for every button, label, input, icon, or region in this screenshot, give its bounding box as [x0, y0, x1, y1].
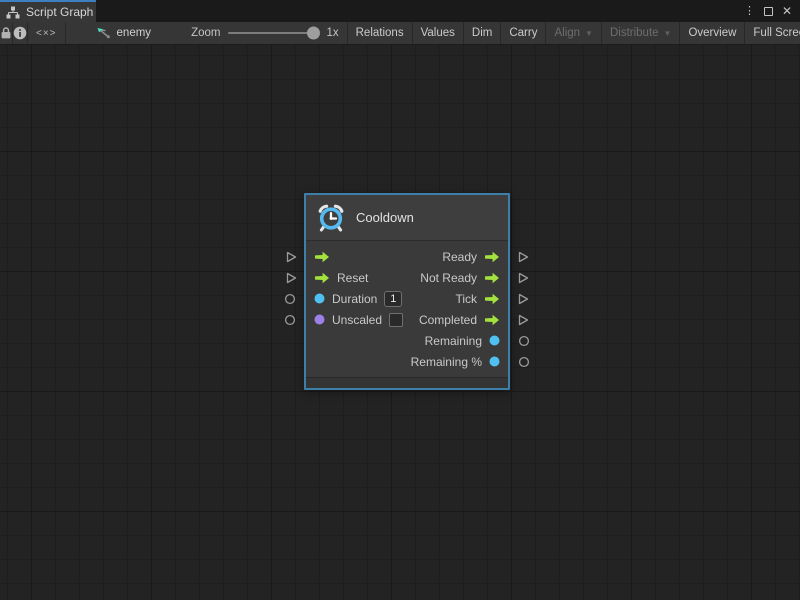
graph-asset-icon — [96, 26, 111, 40]
flow-port-icon[interactable] — [484, 272, 500, 284]
port-label: Ready — [442, 250, 477, 264]
port-label: Remaining — [425, 334, 482, 348]
flow-input-connector-icon[interactable] — [284, 271, 298, 285]
code-preview-button[interactable]: <×> — [28, 22, 66, 44]
chevron-down-icon: ▼ — [585, 29, 593, 38]
node-title: Cooldown — [356, 210, 414, 225]
title-bar: Script Graph ⋮ ✕ — [0, 0, 800, 22]
node-footer — [306, 377, 508, 388]
port-label: Tick — [455, 292, 477, 306]
zoom-slider[interactable] — [228, 32, 318, 34]
info-button[interactable] — [13, 22, 28, 44]
tab-title: Script Graph — [26, 5, 93, 19]
distribute-label: Distribute — [610, 27, 659, 39]
port-label: Remaining % — [411, 355, 482, 369]
close-icon[interactable]: ✕ — [782, 5, 792, 17]
flow-output-connector-icon[interactable] — [516, 250, 530, 264]
value-input-connector-icon[interactable] — [284, 314, 296, 326]
hierarchy-graph-icon — [6, 6, 20, 19]
flow-output-connector-icon[interactable] — [516, 313, 530, 327]
flow-port-icon[interactable] — [484, 314, 500, 326]
lock-button[interactable] — [0, 22, 13, 44]
window-menu-icon[interactable]: ⋮ — [744, 6, 755, 17]
tab-script-graph[interactable]: Script Graph — [0, 0, 96, 22]
fullscreen-button[interactable]: Full Screen — [745, 22, 800, 44]
value-port-icon[interactable] — [489, 356, 500, 367]
values-button[interactable]: Values — [413, 22, 464, 44]
maximize-icon[interactable] — [764, 7, 773, 16]
value-input-connector-icon[interactable] — [284, 293, 296, 305]
flow-port-icon[interactable] — [484, 251, 500, 263]
flow-output-connector-icon[interactable] — [516, 271, 530, 285]
node-port-row: Duration 1 Tick — [306, 288, 508, 309]
dim-button[interactable]: Dim — [464, 22, 501, 44]
cooldown-node[interactable]: Cooldown Ready Reset Not Ready Duration 1 Tic… — [304, 193, 510, 390]
flow-output-connector-icon[interactable] — [516, 292, 530, 306]
code-icon: <×> — [36, 28, 57, 39]
alarm-clock-icon — [316, 203, 346, 233]
lock-icon — [0, 26, 12, 40]
node-port-rows: Ready Reset Not Ready Duration 1 Tick Unscaled… — [306, 241, 508, 377]
value-port-icon[interactable] — [314, 293, 325, 304]
distribute-dropdown[interactable]: Distribute ▼ — [602, 22, 681, 44]
graph-canvas[interactable]: Cooldown Ready Reset Not Ready Duration 1 Tic… — [0, 45, 800, 600]
script-graph-window: Script Graph ⋮ ✕ — [0, 0, 800, 600]
value-port-icon[interactable] — [489, 335, 500, 346]
zoom-slider-knob[interactable] — [307, 27, 320, 40]
toolbar-middle: enemy Zoom 1x — [66, 22, 348, 44]
flow-port-icon[interactable] — [314, 272, 330, 284]
window-controls: ⋮ ✕ — [744, 0, 800, 22]
node-port-row: Remaining % — [306, 351, 508, 372]
chevron-down-icon: ▼ — [664, 29, 672, 38]
zoom-value: 1x — [326, 27, 338, 39]
cooldown-node-header[interactable]: Cooldown — [306, 195, 508, 241]
port-label: Duration — [332, 292, 377, 306]
port-label: Reset — [337, 271, 368, 285]
node-port-row: Unscaled Completed — [306, 309, 508, 330]
value-port-icon[interactable] — [314, 314, 325, 325]
node-port-row: Remaining — [306, 330, 508, 351]
unscaled-checkbox[interactable] — [389, 313, 403, 327]
relations-button[interactable]: Relations — [348, 22, 413, 44]
port-label: Not Ready — [420, 271, 477, 285]
duration-value-field[interactable]: 1 — [384, 291, 402, 307]
zoom-label: Zoom — [191, 27, 220, 39]
breadcrumb-graph-name[interactable]: enemy — [117, 27, 152, 39]
node-port-row: Reset Not Ready — [306, 267, 508, 288]
info-icon — [13, 26, 27, 40]
zoom-control: Zoom 1x — [191, 27, 339, 39]
flow-port-icon[interactable] — [314, 251, 330, 263]
flow-port-icon[interactable] — [484, 293, 500, 305]
value-output-connector-icon[interactable] — [518, 335, 530, 347]
carry-button[interactable]: Carry — [501, 22, 546, 44]
graph-toolbar: <×> enemy Zoom 1x Relations Value — [0, 22, 800, 45]
overview-button[interactable]: Overview — [680, 22, 745, 44]
align-label: Align — [554, 27, 580, 39]
port-label: Unscaled — [332, 313, 382, 327]
align-dropdown[interactable]: Align ▼ — [546, 22, 602, 44]
value-output-connector-icon[interactable] — [518, 356, 530, 368]
port-label: Completed — [419, 313, 477, 327]
node-port-row: Ready — [306, 246, 508, 267]
flow-input-connector-icon[interactable] — [284, 250, 298, 264]
